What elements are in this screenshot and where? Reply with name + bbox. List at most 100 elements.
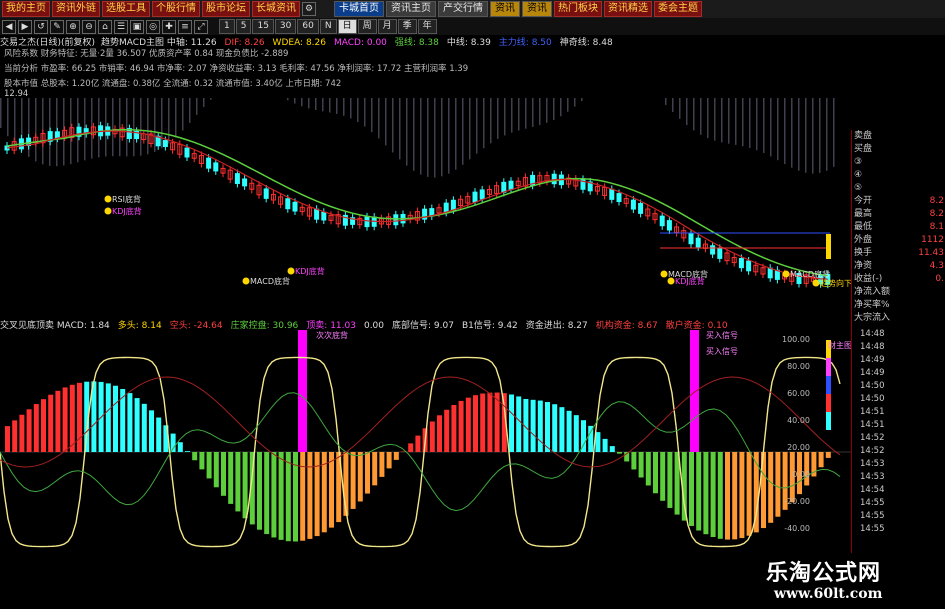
trade-time-1: 14:48 bbox=[860, 342, 885, 352]
macd-bar bbox=[458, 400, 464, 452]
toolbar-icon-7[interactable]: ☰ bbox=[114, 19, 128, 34]
period-年[interactable]: 年 bbox=[417, 19, 437, 34]
period-N[interactable]: N bbox=[319, 19, 337, 34]
bg-histogram-bar bbox=[784, 98, 786, 165]
tab-2[interactable]: 产交行情 bbox=[438, 1, 488, 17]
bg-histogram-bar bbox=[833, 98, 835, 167]
toolbar-icon-11[interactable]: ≡ bbox=[178, 19, 192, 34]
period-60[interactable]: 60 bbox=[297, 19, 319, 34]
candle-body bbox=[609, 188, 615, 200]
quote-row-9: 换手 11.43 bbox=[852, 247, 945, 260]
macd-sub-chart[interactable]: 次次底背 买入信号买入信号财主图100.0080.0060.0040.0020.0… bbox=[0, 330, 851, 556]
macd-bar bbox=[552, 404, 558, 452]
macd-bar bbox=[350, 452, 356, 509]
toolbar-icon-8[interactable]: ▣ bbox=[130, 19, 144, 34]
candle-body bbox=[767, 267, 773, 279]
quote-value-6: 8.2 bbox=[929, 209, 944, 219]
sub-axis-tick-6: -20.00 bbox=[784, 497, 810, 506]
bg-histogram-bar bbox=[301, 98, 303, 107]
menu-item-0[interactable]: 我的主页 bbox=[2, 1, 50, 17]
quote-value-5: 8.2 bbox=[929, 196, 944, 206]
period-1[interactable]: 1 bbox=[219, 19, 235, 34]
bg-histogram-bar bbox=[770, 98, 772, 157]
trade-time-10: 14:53 bbox=[860, 459, 885, 469]
trade-time-5: 14:50 bbox=[860, 394, 885, 404]
macd-bar bbox=[41, 399, 46, 452]
menu-item-3[interactable]: 个股行情 bbox=[152, 1, 200, 17]
toolbar-icon-0[interactable]: ◀ bbox=[2, 19, 16, 34]
signal-dot-down_label bbox=[812, 279, 820, 287]
tab-right-1[interactable]: 资讯精选 bbox=[604, 1, 652, 17]
macd-bar bbox=[257, 452, 262, 530]
candle-body bbox=[364, 216, 370, 228]
color-strip-3 bbox=[826, 394, 831, 412]
toolbar-icon-2[interactable]: ↺ bbox=[34, 19, 48, 34]
toolbar-icon-6[interactable]: ⌂ bbox=[98, 19, 112, 34]
bg-histogram-bar bbox=[392, 98, 394, 153]
sub-signal-label-2: 买入信号 bbox=[706, 346, 738, 356]
trade-times: 14:48 14:48 14:49 14:49 14:50 14:50 14:51 14:51… bbox=[852, 329, 945, 537]
tab-right-0[interactable]: 热门板块 bbox=[554, 1, 602, 17]
color-strip-2 bbox=[826, 376, 831, 394]
toolbar-icon-10[interactable]: ✚ bbox=[162, 19, 176, 34]
menu-item-5[interactable]: 长城资讯 bbox=[252, 1, 300, 17]
toolbar-icon-9[interactable]: ◎ bbox=[146, 19, 160, 34]
settings-icon[interactable]: ⚙ bbox=[302, 2, 316, 16]
bg-histogram-bar bbox=[735, 98, 737, 145]
bg-histogram-bar bbox=[497, 98, 499, 139]
period-周[interactable]: 周 bbox=[357, 19, 377, 34]
macd-bar bbox=[775, 452, 781, 517]
bg-histogram-bar bbox=[742, 98, 744, 147]
toolbar-icon-3[interactable]: ✎ bbox=[50, 19, 64, 34]
bg-histogram-bar bbox=[700, 98, 702, 135]
tab-0[interactable]: 卡城首页 bbox=[334, 1, 384, 17]
tab-right-2[interactable]: 委会主题 bbox=[654, 1, 702, 17]
bg-histogram-bar bbox=[791, 98, 793, 168]
period-5[interactable]: 5 bbox=[235, 19, 252, 34]
period-30[interactable]: 30 bbox=[274, 19, 297, 34]
risk-info: 风险系数 财务特征: 无量·2量 36.507 优质资产率 0.84 现金负债比… bbox=[4, 49, 289, 59]
macd-bar bbox=[113, 385, 118, 452]
trade-time-9: 14:52 bbox=[860, 446, 885, 456]
macd-bar bbox=[573, 415, 579, 452]
candle-body bbox=[746, 260, 752, 272]
candlestick-chart[interactable]: RSI底背KDJ底背MACD底背KDJ底背 MACD底背KDJ底背MACD底背趋势… bbox=[0, 98, 851, 298]
candle-body bbox=[508, 180, 514, 190]
toolbar-icon-12[interactable]: ⤢ bbox=[194, 19, 208, 34]
bg-histogram-bar bbox=[112, 98, 114, 157]
main-indicator-6: 主力线: 8.50 bbox=[498, 38, 552, 48]
tab-highlight-0[interactable]: 资讯 bbox=[490, 1, 520, 17]
toolbar-icon-1[interactable]: ▶ bbox=[18, 19, 32, 34]
quote-row-2: ③ bbox=[852, 156, 945, 169]
period-月[interactable]: 月 bbox=[377, 19, 397, 34]
toolbar-icon-4[interactable]: ⊕ bbox=[66, 19, 80, 34]
trade-time-7: 14:51 bbox=[860, 420, 885, 430]
tab-1[interactable]: 资讯主页 bbox=[386, 1, 436, 17]
bg-histogram-bar bbox=[546, 98, 548, 123]
period-15[interactable]: 15 bbox=[252, 19, 274, 34]
bg-histogram-bar bbox=[329, 98, 331, 113]
macd-bar bbox=[185, 451, 190, 452]
main-indicator-7: 神奇线: 8.48 bbox=[559, 38, 613, 48]
menu-item-2[interactable]: 选股工具 bbox=[102, 1, 150, 17]
bg-histogram-bar bbox=[476, 98, 478, 154]
quote-row-11: 收益(-) 0. bbox=[852, 273, 945, 286]
main-indicator-4: 强线: 8.38 bbox=[394, 38, 439, 48]
trade-time-2: 14:49 bbox=[860, 355, 885, 365]
quote-label-8: 外盘 bbox=[854, 235, 873, 245]
period-日[interactable]: 日 bbox=[337, 19, 357, 34]
bg-histogram-bar bbox=[406, 98, 408, 166]
menu-item-4[interactable]: 股市论坛 bbox=[202, 1, 250, 17]
candle-body bbox=[479, 189, 485, 200]
period-季[interactable]: 季 bbox=[397, 19, 417, 34]
menu-item-1[interactable]: 资讯外链 bbox=[52, 1, 100, 17]
tab-highlight-1[interactable]: 资讯 bbox=[522, 1, 552, 17]
bg-histogram-bar bbox=[399, 98, 401, 160]
sub-axis-tick-2: 60.00 bbox=[787, 389, 810, 398]
macd-bar bbox=[415, 435, 421, 452]
macd-bar bbox=[429, 421, 435, 452]
signal-label-macd_bottom_1: MACD底背 bbox=[250, 276, 290, 286]
candle-body bbox=[472, 191, 478, 203]
macd-bar bbox=[717, 452, 723, 539]
toolbar-icon-5[interactable]: ⊖ bbox=[82, 19, 96, 34]
